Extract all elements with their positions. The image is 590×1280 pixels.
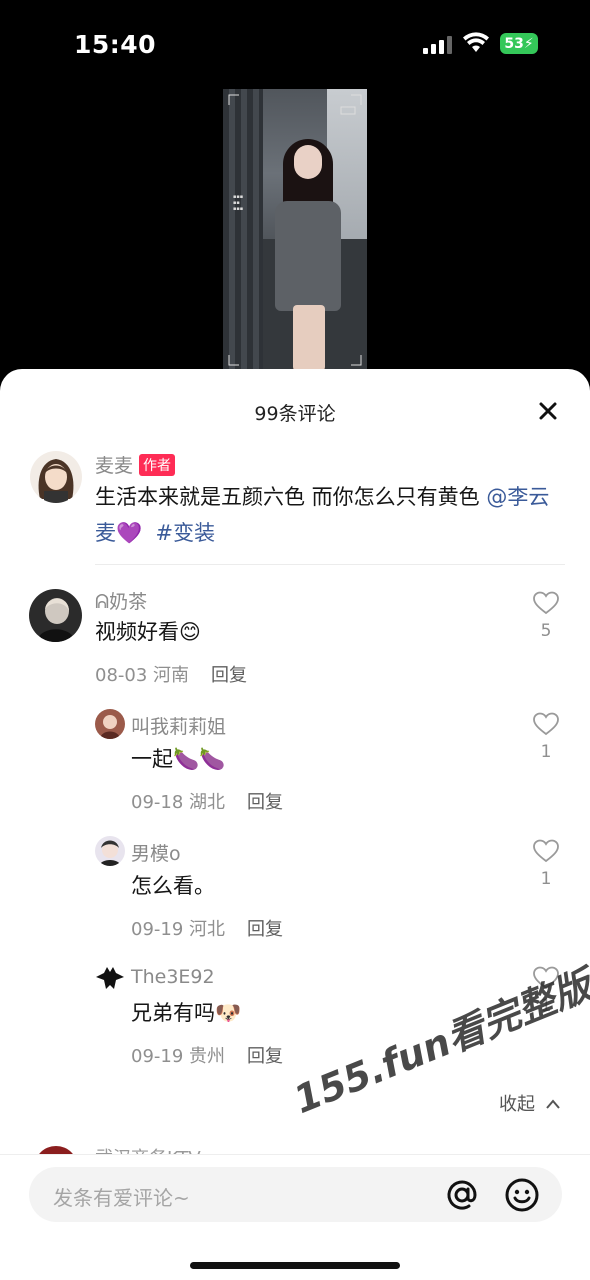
author-avatar[interactable] <box>30 451 82 503</box>
reply-author[interactable]: 叫我莉莉姐 <box>131 712 226 739</box>
reply-button[interactable]: 回复 <box>247 1046 283 1067</box>
reply-date: 09-19 <box>131 919 184 940</box>
reply-button[interactable]: 回复 <box>247 792 283 813</box>
reply-author[interactable]: The3E92 <box>131 966 215 988</box>
reply-button[interactable]: 回复 <box>211 665 247 686</box>
reply-avatar[interactable] <box>95 963 125 993</box>
like-button[interactable]: 5 <box>526 591 566 641</box>
like-count: 1 <box>540 742 552 762</box>
comment-author[interactable]: 武汉商务KTV <box>95 1144 201 1154</box>
viewfinder-icon <box>228 94 362 366</box>
home-indicator <box>190 1262 400 1269</box>
reply-text: 一起🍆🍆 <box>131 747 226 771</box>
battery-level: 53 <box>504 35 524 52</box>
collapse-label: 收起 <box>499 1094 535 1115</box>
at-mention-icon[interactable] <box>444 1177 480 1213</box>
signal-icon <box>423 36 453 54</box>
reply-text: 兄弟有吗🐶 <box>131 1001 242 1025</box>
like-count: 1 <box>540 869 552 889</box>
status-bar: 15:40 53 ⚡ <box>0 0 590 88</box>
collapse-replies-button[interactable]: 收起 <box>499 1090 561 1116</box>
comment-count-title: 99条评论 <box>254 403 336 425</box>
battery-indicator: 53 ⚡ <box>500 33 538 54</box>
comment-text: 视频好看😊 <box>95 620 201 644</box>
video-preview[interactable]: ▪▪▪ ▪▪ ▪▪▪ <box>223 89 367 371</box>
author-name-row: 麦麦 作者 <box>95 451 176 478</box>
reply-region: 贵州 <box>189 1046 226 1067</box>
heart-icon <box>533 839 559 863</box>
status-time: 15:40 <box>74 30 157 59</box>
reply-avatar[interactable] <box>95 836 125 866</box>
reply-date: 09-19 <box>131 1046 184 1067</box>
comment-input[interactable]: 发条有爱评论~ <box>29 1167 562 1222</box>
comment-sheet: 99条评论 麦麦 作者 生活本来就是五颜六色 而你怎么只有黄色 @李云麦💜 #变装… <box>0 369 590 1280</box>
author-post-text: 生活本来就是五颜六色 而你怎么只有黄色 @李云麦💜 #变装 <box>95 479 565 551</box>
purple-heart-emoji: 💜 <box>116 521 143 545</box>
comment-input-placeholder: 发条有爱评论~ <box>53 1186 190 1210</box>
hashtag-link[interactable]: #变装 <box>156 521 216 545</box>
comment-input-bar: 发条有爱评论~ <box>0 1154 590 1280</box>
divider <box>95 564 565 565</box>
reply-region: 湖北 <box>189 792 226 813</box>
reply-date: 09-18 <box>131 792 184 813</box>
author-badge: 作者 <box>139 454 176 476</box>
reply-avatar[interactable] <box>95 709 125 739</box>
reply-region: 河北 <box>189 919 226 940</box>
reply-meta: 09-18 湖北 回复 <box>131 788 283 814</box>
wifi-icon <box>463 32 489 52</box>
close-icon[interactable] <box>536 399 560 423</box>
heart-icon <box>533 591 559 615</box>
comment-author[interactable]: ᕱ奶茶 <box>95 587 147 614</box>
reply-button[interactable]: 回复 <box>247 919 283 940</box>
like-button[interactable]: 1 <box>526 839 566 889</box>
comment-meta: 08-03 河南 回复 <box>95 661 247 687</box>
author-name[interactable]: 麦麦 <box>95 455 133 477</box>
reply-meta: 09-19 河北 回复 <box>131 915 283 941</box>
comment-avatar[interactable] <box>29 589 82 642</box>
reply-meta: 09-19 贵州 回复 <box>131 1042 283 1068</box>
heart-icon <box>533 712 559 736</box>
chevron-up-icon <box>545 1099 560 1109</box>
comment-date: 08-03 <box>95 665 148 686</box>
charging-icon: ⚡ <box>523 35 534 52</box>
author-post-body: 生活本来就是五颜六色 而你怎么只有黄色 <box>95 485 487 509</box>
like-count: 5 <box>540 621 552 641</box>
reply-author[interactable]: 男模o <box>131 839 181 866</box>
comment-region: 河南 <box>153 665 190 686</box>
emoji-icon[interactable] <box>504 1177 540 1213</box>
like-button[interactable]: 1 <box>526 712 566 762</box>
reply-text: 怎么看。 <box>131 874 215 898</box>
